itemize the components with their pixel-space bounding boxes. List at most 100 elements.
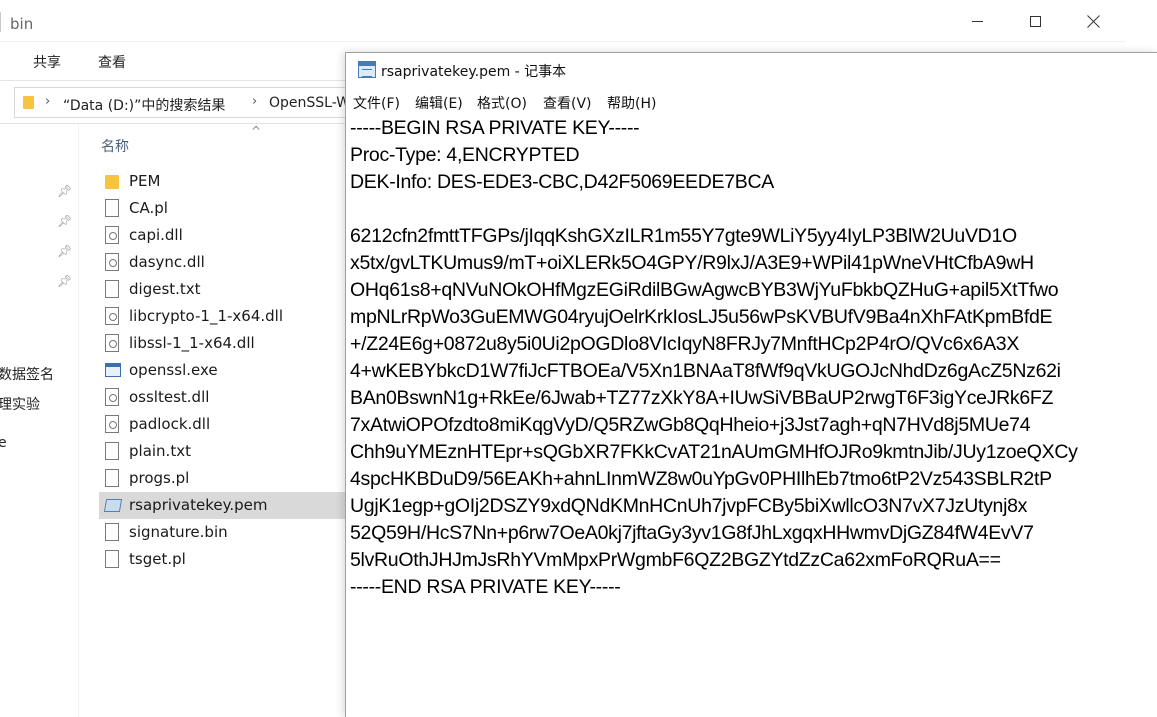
notepad-icon [358, 61, 376, 78]
file-row[interactable]: libssl-1_1-x64.dll [99, 330, 349, 357]
file-row[interactable]: padlock.dll [99, 411, 349, 438]
notepad-window-title: rsaprivatekey.pem - 记事本 [381, 64, 567, 80]
text-line: UgjK1egp+gOIj2DSZY9xdQNdKMnHCnUh7jvpFCBy… [350, 495, 1028, 517]
file-row[interactable]: ossltest.dll [99, 384, 349, 411]
file-list: ^ 名称 PEM CA.pl capi.dll dasync.dll digest.tx… [79, 124, 349, 717]
explorer-title-bar[interactable]: bin [0, 0, 1125, 42]
text-line: DEK-Info: DES-EDE3-CBC,D42F5069EEDE7BCA [350, 171, 774, 193]
notepad-title-bar[interactable]: rsaprivatekey.pem - 记事本 [346, 53, 1157, 87]
folder-icon [105, 175, 119, 189]
file-row[interactable]: plain.txt [99, 438, 349, 465]
file-name: plain.txt [129, 442, 191, 460]
file-row[interactable]: progs.pl [99, 465, 349, 492]
menu-view[interactable]: 查看(V) [543, 93, 592, 113]
file-name: ossltest.dll [129, 388, 210, 406]
chevron-right-icon[interactable]: › [45, 94, 50, 109]
text-line: 4spcHKBDuD9/56EAKh+ahnLInmWZ8w0uYpGv0PHI… [350, 468, 1052, 490]
pin-icon[interactable]: 📌︎ [57, 184, 72, 198]
file-row[interactable]: digest.txt [99, 276, 349, 303]
file-row[interactable]: capi.dll [99, 222, 349, 249]
nav-item-experiment[interactable]: 理实验 [0, 394, 40, 414]
menu-bar: 文件(F) 编辑(E) 格式(O) 查看(V) 帮助(H) [346, 88, 1157, 115]
file-name: progs.pl [129, 469, 190, 487]
close-button[interactable] [1064, 0, 1122, 42]
nav-item-signature[interactable]: 数据签名 [0, 364, 54, 384]
minimize-button[interactable] [948, 0, 1006, 42]
pin-icon[interactable]: 📌︎ [57, 244, 72, 258]
text-line: mpNLrRpWo3GuEMWG04ryujOelrKrkIosLJ5u56wP… [350, 306, 1053, 328]
text-line: x5tx/gvLTKUmus9/mT+oiXLERk5O4GPY/R9lxJ/A… [350, 252, 1034, 274]
menu-format[interactable]: 格式(O) [477, 93, 527, 113]
text-line: 4+wKEBYbkcD1W7fiJcFTBOEa/V5Xn1BNAaT8fWf9… [350, 360, 1061, 382]
text-line: -----END RSA PRIVATE KEY----- [350, 576, 621, 598]
file-icon [105, 469, 119, 487]
file-name: PEM [129, 172, 161, 190]
dll-icon [105, 307, 119, 325]
file-name: padlock.dll [129, 415, 211, 433]
text-file-icon [105, 280, 119, 298]
title-separator [0, 12, 1, 32]
dll-icon [105, 253, 119, 271]
file-icon [105, 550, 119, 568]
file-row[interactable]: openssl.exe [99, 357, 349, 384]
file-name: signature.bin [129, 523, 228, 541]
dll-icon [105, 334, 119, 352]
file-name: capi.dll [129, 226, 183, 244]
file-row[interactable]: CA.pl [99, 195, 349, 222]
text-line: Chh9uYMEznHTEpr+sQGbXR7FKkCvAT21nAUmGMHf… [350, 441, 1078, 463]
file-icon [105, 199, 119, 217]
menu-help[interactable]: 帮助(H) [607, 93, 656, 113]
breadcrumb-openssl[interactable]: OpenSSL-Wi [269, 95, 354, 111]
file-row[interactable]: rsaprivatekey.pem [99, 492, 349, 519]
file-name: CA.pl [129, 199, 168, 217]
text-line [350, 196, 1155, 223]
text-line: 52Q59H/HcS7Nn+p6rw7OeA0kj7jftaGy3yv1G8fJ… [350, 522, 1034, 544]
text-line: Proc-Type: 4,ENCRYPTED [350, 144, 580, 166]
file-name: rsaprivatekey.pem [129, 496, 268, 514]
text-line: 6212cfn2fmttTFGPs/jIqqKshGXzILR1m55Y7gte… [350, 225, 1017, 247]
column-header-name[interactable]: 名称 [101, 136, 129, 156]
text-line: -----BEGIN RSA PRIVATE KEY----- [350, 117, 640, 139]
text-line: +/Z24E6g+0872u8y5i0Ui2pOGDlo8VIcIqyN8FRJ… [350, 333, 1020, 355]
menu-edit[interactable]: 编辑(E) [415, 93, 463, 113]
menu-file[interactable]: 文件(F) [353, 93, 400, 113]
sort-ascending-icon: ^ [251, 124, 262, 138]
file-icon [105, 523, 119, 541]
file-row[interactable]: PEM [99, 168, 349, 195]
maximize-icon [1029, 15, 1041, 27]
file-row[interactable]: dasync.dll [99, 249, 349, 276]
file-name: openssl.exe [129, 361, 218, 379]
file-name: tsget.pl [129, 550, 186, 568]
navigation-pane: 📌︎ 📌︎ 📌︎ 📌︎ 数据签名 理实验 e [0, 124, 78, 717]
explorer-window-title: bin [10, 15, 34, 33]
dll-icon [105, 388, 119, 406]
file-row[interactable]: libcrypto-1_1-x64.dll [99, 303, 349, 330]
file-row[interactable]: signature.bin [99, 519, 349, 546]
chevron-right-icon[interactable]: › [252, 94, 257, 109]
maximize-button[interactable] [1006, 0, 1064, 42]
text-line: OHq61s8+qNVuNOkOHfMgzEGiRdilBGwAgwcBYB3W… [350, 279, 1059, 301]
tab-share[interactable]: 共享 [33, 52, 61, 72]
file-name: libcrypto-1_1-x64.dll [129, 307, 284, 325]
file-name: dasync.dll [129, 253, 205, 271]
file-name: digest.txt [129, 280, 201, 298]
dll-icon [105, 226, 119, 244]
text-file-icon [105, 442, 119, 460]
tab-view[interactable]: 查看 [98, 52, 126, 72]
pem-file-icon [103, 499, 123, 512]
nav-item-e[interactable]: e [0, 435, 7, 451]
text-line: BAn0BswnN1g+RkEe/6Jwab+TZ77zXkY8A+IUwSiV… [350, 387, 1054, 409]
folder-icon [23, 96, 34, 109]
pin-icon[interactable]: 📌︎ [57, 214, 72, 228]
notepad-window: rsaprivatekey.pem - 记事本 文件(F) 编辑(E) 格式(O… [345, 52, 1157, 717]
text-editor-area[interactable]: -----BEGIN RSA PRIVATE KEY----- Proc-Type… [350, 115, 1155, 715]
exe-icon [105, 363, 121, 377]
close-icon [1086, 14, 1100, 28]
dll-icon [105, 415, 119, 433]
breadcrumb-search-results[interactable]: “Data (D:)”中的搜索结果 [63, 95, 225, 115]
text-line: 7xAtwiOPOfzdto8miKqgVyD/Q5RZwGb8QqHheio+… [350, 414, 1031, 436]
minimize-icon [971, 20, 983, 22]
text-line: 5lvRuOthJHJmJsRhYVmMpxPrWgmbF6QZ2BGZYtdZ… [350, 549, 1001, 571]
pin-icon[interactable]: 📌︎ [57, 274, 72, 288]
file-row[interactable]: tsget.pl [99, 546, 349, 573]
